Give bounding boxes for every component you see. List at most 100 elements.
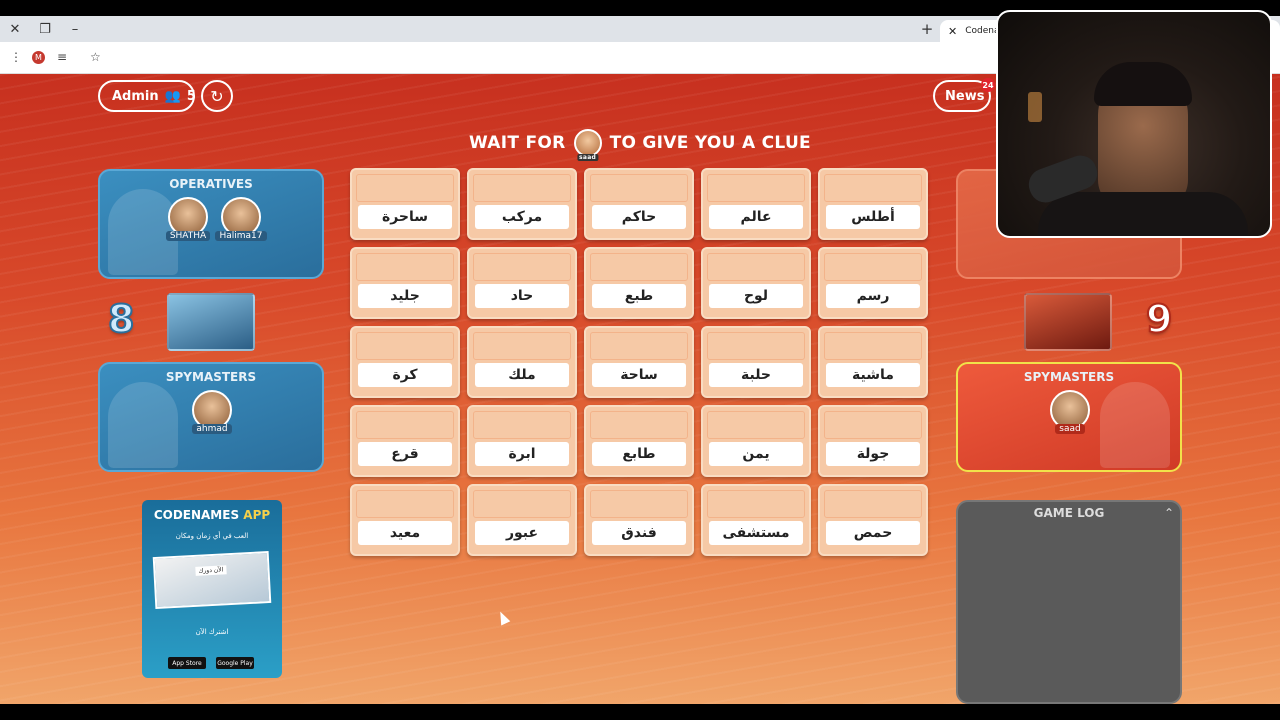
tab-close-icon[interactable]: ✕ [948, 25, 957, 38]
word-card[interactable]: حمص [818, 484, 928, 556]
status-suffix: TO GIVE YOU A CLUE [609, 133, 811, 153]
operatives-title: OPERATIVES [169, 177, 253, 191]
word-card[interactable]: لوح [701, 247, 811, 319]
word-card[interactable]: ماشية [818, 326, 928, 398]
word-card-label: أطلس [826, 205, 920, 229]
game-log-title: GAME LOG [1033, 506, 1105, 520]
word-card-label: مركب [475, 205, 569, 229]
news-button[interactable]: News 24 [933, 78, 995, 112]
word-card-label: جليد [358, 284, 452, 308]
word-card[interactable]: حلبة [701, 326, 811, 398]
spymaster-silhouette [108, 382, 178, 468]
word-card[interactable]: جليد [350, 247, 460, 319]
app-store-badge[interactable]: App Store [168, 657, 206, 669]
word-card-label: حمص [826, 521, 920, 545]
red-score: 9 [1145, 296, 1173, 342]
word-card-label: جولة [826, 442, 920, 466]
refresh-icon: ↻ [210, 86, 224, 106]
word-card-label: رسم [826, 284, 920, 308]
player-name: Halima17 [215, 231, 267, 241]
player-halima17[interactable]: Halima17 [215, 197, 267, 241]
word-card-label: ماشية [826, 363, 920, 387]
codenames-app-ad[interactable]: CODENAMES APP العب في أي زمان ومكان الآن… [142, 500, 282, 678]
word-card[interactable]: حاد [467, 247, 577, 319]
word-card-label: يمن [709, 442, 803, 466]
refresh-button[interactable]: ↻ [201, 80, 233, 112]
ad-title-main: CODENAMES [153, 508, 240, 522]
word-card-label: عبور [475, 521, 569, 545]
player-shatha[interactable]: SHATHA [165, 197, 211, 241]
word-card[interactable]: ساحة [584, 326, 694, 398]
blue-score: 8 [107, 296, 135, 342]
player-name: ahmad [192, 424, 232, 434]
word-card-label: حلبة [709, 363, 803, 387]
lamp [1028, 92, 1042, 122]
spymasters-title: SPYMASTERS [1023, 370, 1115, 384]
admin-button[interactable]: Admin 👥 5 [98, 80, 196, 112]
ad-cta: اشترك الآن [195, 628, 229, 636]
spymaster-avatar: saad [573, 129, 602, 161]
word-card[interactable]: جولة [818, 405, 928, 477]
restore-window-icon[interactable]: ❐ [30, 16, 60, 42]
word-card[interactable]: طابع [584, 405, 694, 477]
player-saad[interactable]: saad [1048, 390, 1092, 434]
news-label: News [945, 88, 985, 104]
word-card[interactable]: مركب [467, 168, 577, 240]
word-card[interactable]: معيد [350, 484, 460, 556]
word-card-label: لوح [709, 284, 803, 308]
player-name: SHATHA [165, 231, 211, 241]
word-card[interactable]: ساحرة [350, 168, 460, 240]
word-card-label: ابرة [475, 442, 569, 466]
word-card-label: كرة [358, 363, 452, 387]
word-card[interactable]: عبور [467, 484, 577, 556]
ad-title: CODENAMES APP [142, 508, 282, 522]
admin-label: Admin [112, 88, 159, 104]
word-card-label: عالم [709, 205, 803, 229]
person-shirt [1038, 192, 1248, 236]
word-card[interactable]: أطلس [818, 168, 928, 240]
new-tab-plus-icon[interactable]: + [916, 16, 938, 42]
word-card-label: طابع [592, 442, 686, 466]
word-card[interactable]: حاكم [584, 168, 694, 240]
word-card-label: مستشفى [709, 521, 803, 545]
word-card-label: ساحرة [358, 205, 452, 229]
word-card[interactable]: عالم [701, 168, 811, 240]
word-card[interactable]: فندق [584, 484, 694, 556]
word-card[interactable]: ملك [467, 326, 577, 398]
word-card-label: طبع [592, 284, 686, 308]
word-card[interactable]: طبع [584, 247, 694, 319]
players-count: 5 [186, 88, 196, 104]
blue-agent-portrait [167, 293, 255, 351]
profile-avatar[interactable]: M [32, 51, 45, 64]
chevron-up-icon[interactable]: ⌃ [1164, 506, 1174, 520]
word-card[interactable]: ابرة [467, 405, 577, 477]
word-card-label: قرع [358, 442, 452, 466]
word-card[interactable]: يمن [701, 405, 811, 477]
person-hair [1094, 62, 1192, 106]
word-card-label: معيد [358, 521, 452, 545]
google-play-badge[interactable]: Google Play [216, 657, 254, 669]
spymasters-title: SPYMASTERS [165, 370, 257, 384]
word-card[interactable]: رسم [818, 247, 928, 319]
word-card-label: فندق [592, 521, 686, 545]
webcam-overlay [996, 10, 1272, 238]
word-board: ساحرة مركب حاكم عالم أطلس جليد حاد طبع لوح رسم كرة… [350, 168, 930, 560]
screen-bottom-letterbox [0, 704, 1280, 720]
word-card[interactable]: مستشفى [701, 484, 811, 556]
word-card-label: ملك [475, 363, 569, 387]
ad-subtitle: العب في أي زمان ومكان [175, 532, 249, 540]
reading-list-icon[interactable]: ≡ [57, 50, 67, 64]
word-card[interactable]: كرة [350, 326, 460, 398]
red-agent-portrait [1024, 293, 1112, 351]
people-icon: 👥 [164, 88, 181, 104]
minimize-window-icon[interactable]: – [60, 16, 90, 42]
news-badge: 24 [981, 78, 995, 92]
word-card-label: حاد [475, 284, 569, 308]
red-spymasters-panel: SPYMASTERS saad [956, 362, 1182, 472]
word-card[interactable]: قرع [350, 405, 460, 477]
bookmark-star-icon[interactable]: ☆ [90, 50, 101, 64]
menu-dots-icon[interactable]: ⋮ [10, 50, 22, 64]
ad-title-app: APP [243, 508, 271, 522]
close-window-icon[interactable]: ✕ [0, 16, 30, 42]
player-ahmad[interactable]: ahmad [190, 390, 234, 434]
